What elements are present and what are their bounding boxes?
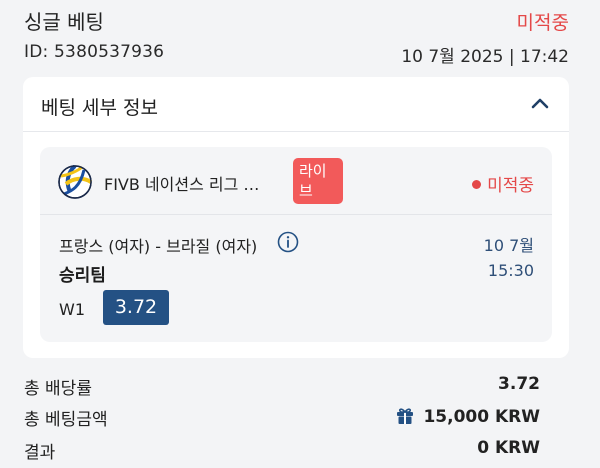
bet-status: 미적중 [516, 12, 569, 34]
total-stake-value: 15,000 KRW [423, 407, 540, 427]
bet-id: ID: 5380537936 [24, 42, 165, 62]
result-value: 0 KRW [477, 438, 540, 458]
volleyball-icon [58, 165, 92, 199]
event-status-label: 미적중 [487, 176, 534, 196]
match-time: 15:30 [487, 261, 534, 280]
total-stake-row: 총 베팅금액 15,000 KRW [24, 405, 570, 430]
total-odds-value: 3.72 [498, 374, 540, 394]
bet-header: 싱글 베팅 미적중 ID: 5380537936 10 7월 2025 | 17… [0, 0, 600, 80]
bet-details-panel: 베팅 세부 정보 FIVB 네이션스 리그 … 라이 브 미적중 프랑스 (여자… [23, 77, 569, 358]
league-name[interactable]: FIVB 네이션스 리그 … [104, 171, 259, 195]
bet-details-toggle[interactable]: 베팅 세부 정보 [23, 77, 569, 132]
event-status: 미적중 [472, 171, 534, 196]
total-odds-label: 총 배당률 [24, 379, 92, 399]
result-label: 결과 [24, 443, 56, 463]
result-row: 결과 0 KRW [24, 438, 570, 463]
league-row: FIVB 네이션스 리그 … 라이 브 미적중 [40, 147, 552, 215]
match-name[interactable]: 프랑스 (여자) - 브라질 (여자) [59, 233, 257, 257]
live-badge: 라이 브 [293, 158, 343, 204]
selection-label: W1 [59, 300, 85, 319]
bet-type-title: 싱글 베팅 [24, 10, 104, 34]
total-odds-row: 총 배당률 3.72 [24, 374, 570, 399]
market-name: 승리팀 [59, 266, 106, 286]
chevron-up-icon[interactable] [529, 93, 551, 115]
total-stake-amount: 15,000 KRW [395, 405, 540, 427]
status-dot-icon [472, 180, 482, 189]
match-date: 10 7월 [483, 236, 534, 255]
odds-badge: 3.72 [103, 290, 169, 325]
live-badge-line2: 브 [299, 182, 313, 200]
bet-event-card: FIVB 네이션스 리그 … 라이 브 미적중 프랑스 (여자) - 브라질 (… [40, 147, 552, 342]
bet-details-title: 베팅 세부 정보 [41, 97, 158, 119]
info-icon[interactable] [277, 231, 299, 253]
total-stake-label: 총 베팅금액 [24, 410, 108, 430]
bet-datetime: 10 7월 2025 | 17:42 [401, 47, 569, 67]
gift-icon [397, 408, 414, 424]
live-badge-line1: 라이 [299, 162, 327, 180]
